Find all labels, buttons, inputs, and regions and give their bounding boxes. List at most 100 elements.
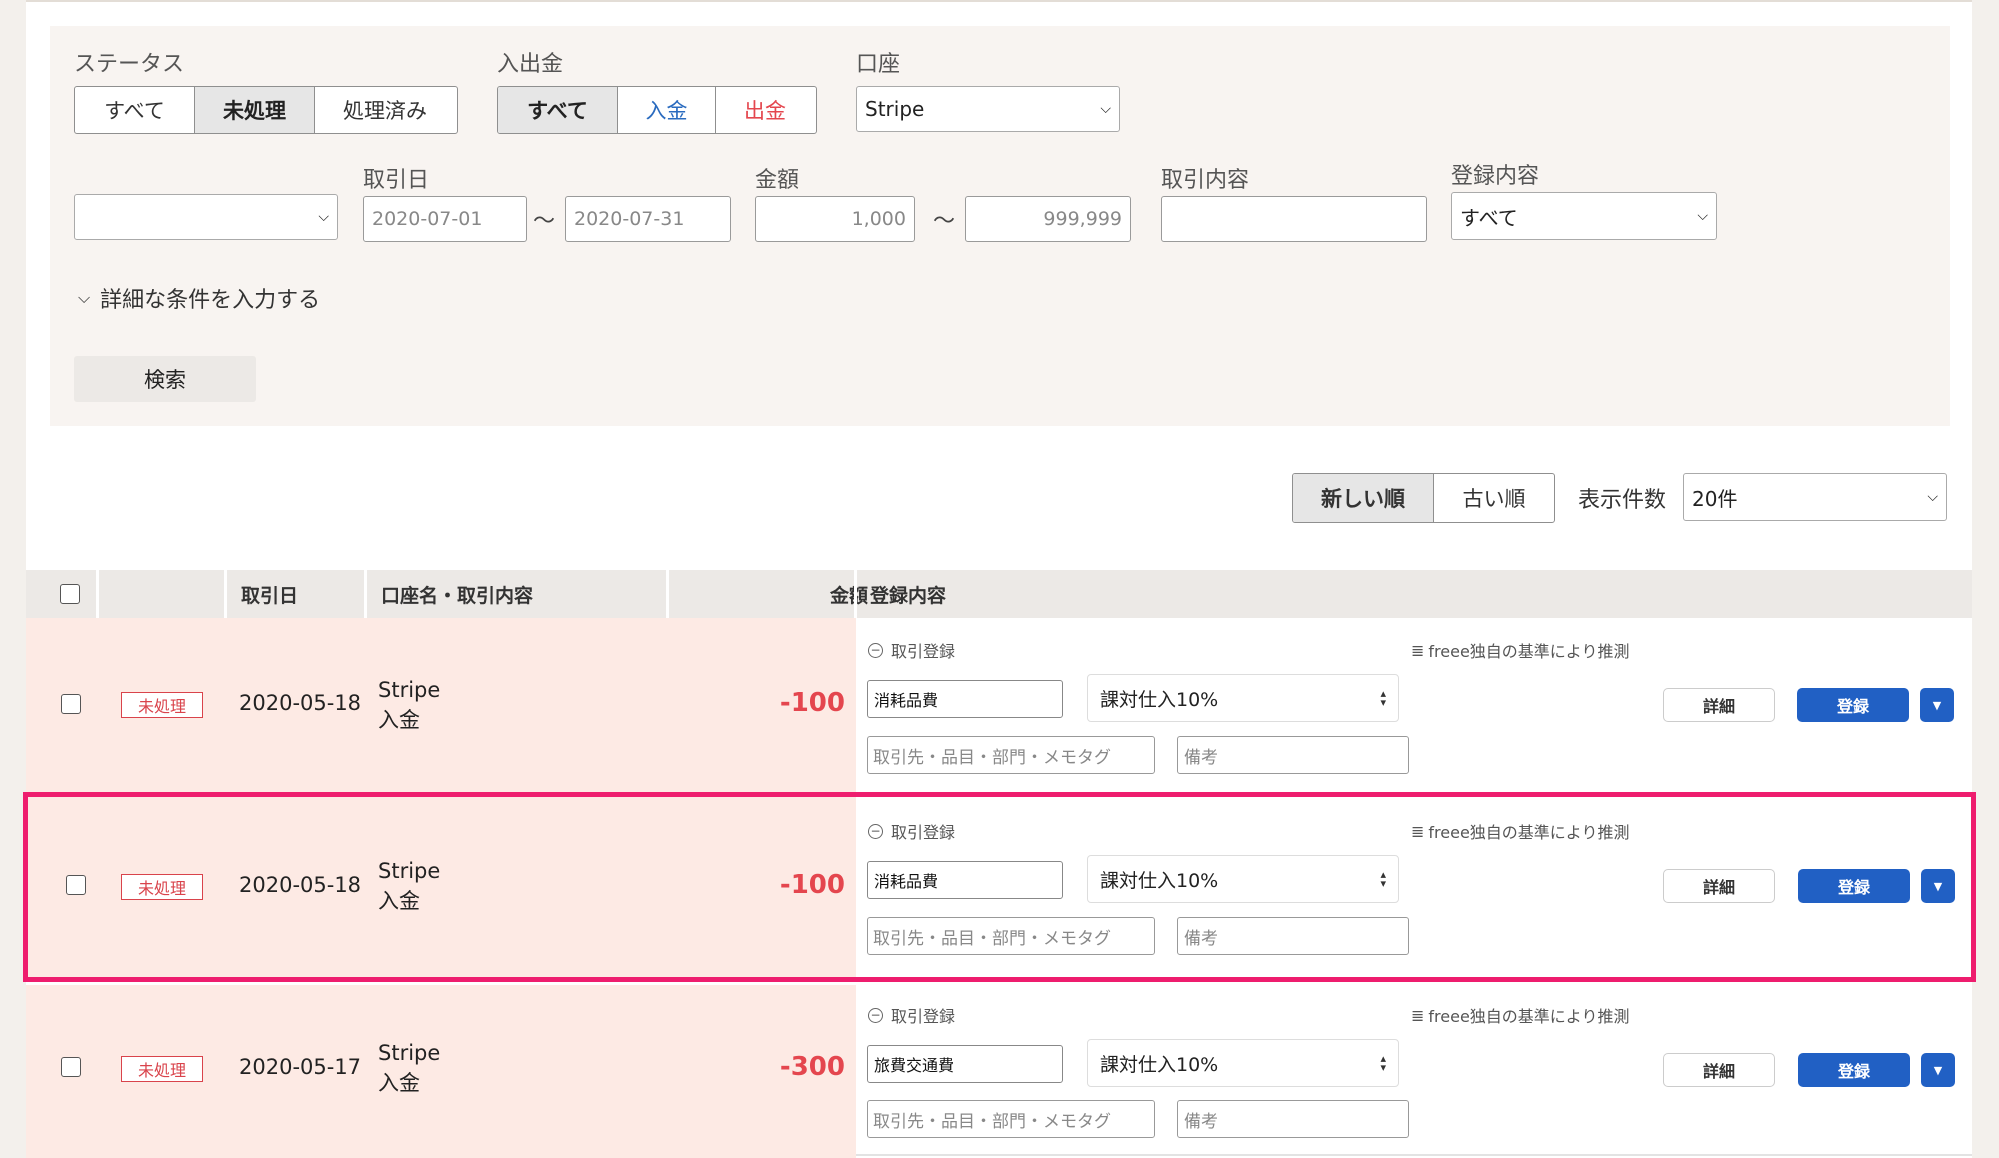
detail-button[interactable]: 詳細: [1663, 1053, 1775, 1087]
status-filter-unprocessed[interactable]: 未処理: [195, 87, 315, 133]
chevron-down-icon: ⌵: [318, 209, 329, 225]
guess-note: ≣ freee独自の基準により推測: [1411, 819, 1629, 843]
tax-category-select[interactable]: 課対仕入10% ▴ ▾: [1087, 1039, 1399, 1087]
memo-input[interactable]: 備考: [1177, 917, 1409, 955]
row-checkbox[interactable]: [61, 694, 81, 714]
direction-filter-all[interactable]: すべて: [498, 87, 618, 133]
sort-newest-button[interactable]: 新しい順: [1293, 474, 1434, 522]
register-mode-toggle[interactable]: − 取引登録: [868, 1003, 955, 1027]
date-to-input[interactable]: 2020-07-31: [565, 196, 731, 242]
status-badge: 未処理: [121, 874, 203, 900]
column-divider: [224, 570, 227, 618]
direction-filter-deposit[interactable]: 入金: [618, 87, 716, 133]
register-options-dropdown[interactable]: ▼: [1921, 869, 1955, 903]
account-item-input[interactable]: 消耗品費: [867, 680, 1063, 718]
amount-range-separator: 〜: [933, 209, 956, 234]
per-page-select[interactable]: 20件 ⌵: [1683, 473, 1947, 521]
minus-circle-icon: −: [868, 1007, 883, 1023]
date-filter-label: 取引日: [363, 168, 430, 193]
table-header: 取引日 口座名・取引内容 金額 登録内容: [26, 570, 1972, 618]
updown-arrow-icon: ▴ ▾: [1380, 1052, 1386, 1074]
sort-order-group: 新しい順 古い順: [1292, 473, 1555, 523]
detail-button[interactable]: 詳細: [1663, 869, 1775, 903]
register-button[interactable]: 登録: [1798, 1053, 1910, 1087]
chevron-down-icon: ⌵: [1100, 101, 1111, 117]
account-info: Stripe 入金: [378, 856, 440, 916]
register-mode-toggle[interactable]: − 取引登録: [868, 819, 955, 843]
tax-category-select[interactable]: 課対仕入10% ▴ ▾: [1087, 855, 1399, 903]
chevron-down-icon: ⌵: [78, 288, 91, 307]
detail-button[interactable]: 詳細: [1663, 688, 1775, 722]
row-checkbox[interactable]: [61, 1057, 81, 1077]
date-from-input[interactable]: 2020-07-01: [363, 196, 527, 242]
amount-max-input[interactable]: 999,999: [965, 196, 1131, 242]
register-button[interactable]: 登録: [1797, 688, 1909, 722]
advanced-conditions-label: 詳細な条件を入力する: [100, 288, 321, 313]
account-filter-label: 口座: [856, 52, 901, 77]
guess-note: ≣ freee独自の基準により推測: [1411, 1003, 1629, 1027]
memo-input[interactable]: 備考: [1177, 736, 1409, 774]
status-filter-all[interactable]: すべて: [75, 87, 195, 133]
column-header-amount[interactable]: 金額: [666, 570, 868, 618]
account-item-input[interactable]: 消耗品費: [867, 861, 1063, 899]
direction-filter-label: 入出金: [497, 52, 564, 77]
minus-circle-icon: −: [868, 823, 883, 839]
sort-oldest-button[interactable]: 古い順: [1434, 474, 1554, 522]
tax-category-value: 課対仕入10%: [1100, 688, 1219, 711]
amount-min-input[interactable]: 1,000: [755, 196, 915, 242]
row-divider: [856, 1154, 1972, 1156]
status-badge: 未処理: [121, 692, 203, 718]
tags-input[interactable]: 取引先・品目・部門・メモタグ: [867, 1100, 1155, 1138]
guess-note: ≣ freee独自の基準により推測: [1411, 638, 1629, 662]
updown-arrow-icon: ▴ ▾: [1380, 868, 1386, 890]
caret-down-icon: ▼: [1933, 879, 1943, 893]
register-mode-label: 取引登録: [891, 1007, 956, 1026]
registration-select-value: すべて: [1460, 205, 1518, 230]
tax-category-value: 課対仕入10%: [1100, 869, 1219, 892]
account-select[interactable]: Stripe ⌵: [856, 86, 1120, 132]
register-mode-toggle[interactable]: − 取引登録: [868, 638, 955, 662]
account-item-input[interactable]: 旅費交通費: [867, 1045, 1063, 1083]
page-edge-left: [0, 0, 26, 1158]
transaction-date: 2020-05-17: [239, 1055, 362, 1079]
description-input[interactable]: [1161, 196, 1427, 242]
search-button[interactable]: 検索: [74, 356, 256, 402]
transaction-date: 2020-05-18: [239, 691, 362, 715]
column-header-registration: 登録内容: [870, 584, 947, 607]
column-header-date[interactable]: 取引日: [241, 570, 298, 618]
status-filter-processed[interactable]: 処理済み: [315, 87, 455, 133]
date-kind-select[interactable]: ⌵: [74, 194, 338, 240]
chevron-down-icon: ⌵: [1927, 489, 1938, 505]
transaction-amount: -300: [779, 1052, 845, 1082]
transaction-amount: -100: [779, 870, 845, 900]
tax-category-value: 課対仕入10%: [1100, 1053, 1219, 1076]
tags-input[interactable]: 取引先・品目・部門・メモタグ: [867, 917, 1155, 955]
registration-select[interactable]: すべて ⌵: [1451, 192, 1717, 240]
account-info: Stripe 入金: [378, 1038, 440, 1098]
direction-filter-withdrawal[interactable]: 出金: [716, 87, 814, 133]
account-name: Stripe: [378, 859, 441, 883]
transaction-kind: 入金: [378, 889, 420, 913]
caret-down-icon: ▼: [1932, 698, 1942, 712]
column-header-account[interactable]: 口座名・取引内容: [381, 570, 533, 618]
date-range-separator: 〜: [533, 209, 556, 234]
register-button[interactable]: 登録: [1798, 869, 1910, 903]
select-all-checkbox[interactable]: [60, 584, 80, 604]
description-filter-label: 取引内容: [1161, 168, 1250, 193]
register-options-dropdown[interactable]: ▼: [1920, 688, 1954, 722]
top-divider: [26, 0, 1972, 2]
tags-input[interactable]: 取引先・品目・部門・メモタグ: [867, 736, 1155, 774]
memo-input[interactable]: 備考: [1177, 1100, 1409, 1138]
per-page-label: 表示件数: [1578, 488, 1667, 513]
register-options-dropdown[interactable]: ▼: [1921, 1053, 1955, 1087]
list-check-icon: ≣: [1411, 821, 1425, 841]
account-info: Stripe 入金: [378, 675, 440, 735]
row-checkbox[interactable]: [66, 875, 86, 895]
advanced-conditions-toggle[interactable]: ⌵ 詳細な条件を入力する: [78, 282, 320, 314]
tax-category-select[interactable]: 課対仕入10% ▴ ▾: [1087, 674, 1399, 722]
status-filter-group: すべて 未処理 処理済み: [74, 86, 458, 134]
account-name: Stripe: [378, 678, 441, 702]
amount-filter-label: 金額: [755, 168, 800, 193]
guess-label: freee独自の基準により推測: [1428, 823, 1630, 842]
column-divider: [364, 570, 367, 618]
